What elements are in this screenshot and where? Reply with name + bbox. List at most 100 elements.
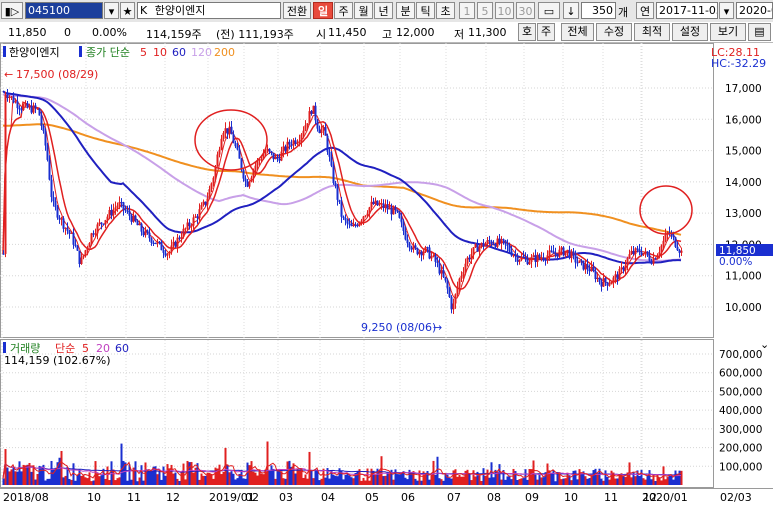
candle-body bbox=[324, 127, 327, 136]
volume-bar bbox=[482, 468, 485, 485]
volume-bar bbox=[356, 470, 359, 485]
orderbook-button[interactable]: 호 bbox=[518, 23, 536, 41]
search-dropdown-icon[interactable]: ▾ bbox=[104, 2, 119, 19]
candle-body bbox=[206, 198, 209, 205]
order-button[interactable]: 주 bbox=[537, 23, 555, 41]
settings-button[interactable]: 설정 bbox=[672, 23, 708, 41]
candle-body bbox=[62, 218, 65, 229]
edit-button[interactable]: 수정 bbox=[596, 23, 632, 41]
candle-body bbox=[544, 259, 547, 261]
tab-week[interactable]: 주 bbox=[334, 2, 353, 19]
volume-bar bbox=[10, 469, 13, 485]
volume-bar bbox=[212, 478, 215, 485]
volume-bar bbox=[80, 475, 83, 485]
interval-1-button[interactable]: 1 bbox=[459, 2, 475, 19]
volume-bar bbox=[576, 479, 579, 485]
candle-body bbox=[414, 245, 417, 249]
tab-tick[interactable]: 틱 bbox=[416, 2, 435, 19]
volume-bar bbox=[630, 477, 633, 485]
date-from-dropdown-icon[interactable]: ▾ bbox=[719, 2, 734, 19]
continuous-button[interactable]: 연 bbox=[636, 2, 654, 19]
candle-body bbox=[402, 222, 405, 231]
tab-second[interactable]: 초 bbox=[436, 2, 455, 19]
tab-year[interactable]: 년 bbox=[374, 2, 393, 19]
interval-5-button[interactable]: 5 bbox=[477, 2, 493, 19]
view-button[interactable]: 보기 bbox=[710, 23, 746, 41]
stock-code-input[interactable]: 045100 bbox=[25, 2, 103, 19]
volume-bar bbox=[296, 468, 299, 485]
volume-bar bbox=[26, 464, 29, 485]
candle-body bbox=[326, 135, 329, 152]
volume-bar bbox=[130, 479, 133, 485]
favorite-star-icon[interactable]: ★ bbox=[120, 2, 135, 19]
legend-ma-10: 10 bbox=[153, 46, 167, 59]
candle-body bbox=[10, 96, 13, 98]
optimal-button[interactable]: 최적 bbox=[634, 23, 670, 41]
date-to-input[interactable]: 2020-0 bbox=[736, 2, 773, 19]
candle-body bbox=[542, 257, 545, 260]
candle-body bbox=[122, 202, 125, 210]
candle-body bbox=[626, 258, 629, 266]
candle-body bbox=[74, 244, 77, 247]
candle-body bbox=[228, 126, 231, 134]
candle-body bbox=[610, 282, 613, 285]
volume-bar bbox=[362, 477, 365, 485]
candle-body bbox=[208, 188, 211, 199]
volume-bar bbox=[526, 479, 529, 485]
candle-body bbox=[582, 260, 585, 270]
volume-bar bbox=[540, 477, 543, 485]
volume-bar bbox=[512, 468, 515, 485]
candle-body bbox=[294, 140, 297, 144]
candle-body bbox=[364, 215, 367, 217]
interval-30-button[interactable]: 30 bbox=[516, 2, 535, 19]
scroll-down-icon[interactable]: ↓ bbox=[563, 2, 579, 19]
interval-10-button[interactable]: 10 bbox=[495, 2, 514, 19]
all-button[interactable]: 전체 bbox=[561, 23, 594, 41]
interval-dropdown-icon[interactable]: ▭ bbox=[538, 2, 560, 19]
tab-month[interactable]: 월 bbox=[354, 2, 373, 19]
tab-day[interactable]: 일 bbox=[313, 2, 333, 19]
candle-body bbox=[490, 241, 493, 245]
candle-body bbox=[4, 94, 7, 254]
volume-bar bbox=[276, 470, 279, 485]
candle-body bbox=[356, 225, 359, 227]
candle-body bbox=[636, 248, 639, 250]
candle-body bbox=[630, 250, 633, 255]
candle-body bbox=[340, 202, 343, 217]
candle-body bbox=[362, 216, 365, 221]
candle-body bbox=[182, 228, 185, 238]
chart-menu-icon[interactable]: ▤ bbox=[748, 23, 771, 41]
candle-body bbox=[672, 234, 675, 238]
candle-body bbox=[222, 132, 225, 139]
candle-body bbox=[198, 209, 201, 219]
volume-bar bbox=[108, 480, 111, 485]
bar-count-input[interactable]: 350 bbox=[581, 2, 616, 19]
candle-body bbox=[608, 284, 611, 286]
candle-body bbox=[390, 207, 393, 215]
candle-body bbox=[194, 216, 197, 218]
volume-collapse-icon[interactable]: ⌄ bbox=[760, 338, 769, 351]
switch-button[interactable]: 전환 bbox=[283, 2, 311, 19]
candle-body bbox=[652, 258, 655, 264]
candle-body bbox=[460, 275, 463, 279]
candle-body bbox=[54, 201, 57, 208]
volume-bar bbox=[122, 460, 125, 485]
candle-body bbox=[248, 181, 251, 187]
volume-bar bbox=[318, 480, 321, 485]
candle-body bbox=[46, 145, 49, 160]
tab-minute[interactable]: 분 bbox=[396, 2, 415, 19]
volume-bar bbox=[452, 470, 455, 485]
date-from-input[interactable]: 2017-11-03 bbox=[656, 2, 718, 19]
candle-body bbox=[420, 251, 423, 256]
market-flag: K bbox=[140, 4, 148, 17]
volume-bar bbox=[392, 479, 395, 485]
stock-chart[interactable]: 17,00016,00015,00014,00013,00012,00011,0… bbox=[0, 43, 773, 507]
volume-bar bbox=[468, 473, 471, 485]
menu-icon[interactable]: ▮▷ bbox=[1, 2, 23, 19]
candle-body bbox=[14, 101, 17, 103]
volume-bar bbox=[406, 479, 409, 485]
volume-bar bbox=[148, 471, 151, 485]
volume-bar bbox=[574, 470, 577, 485]
volume-bar bbox=[480, 480, 483, 485]
candle-body bbox=[306, 123, 309, 126]
